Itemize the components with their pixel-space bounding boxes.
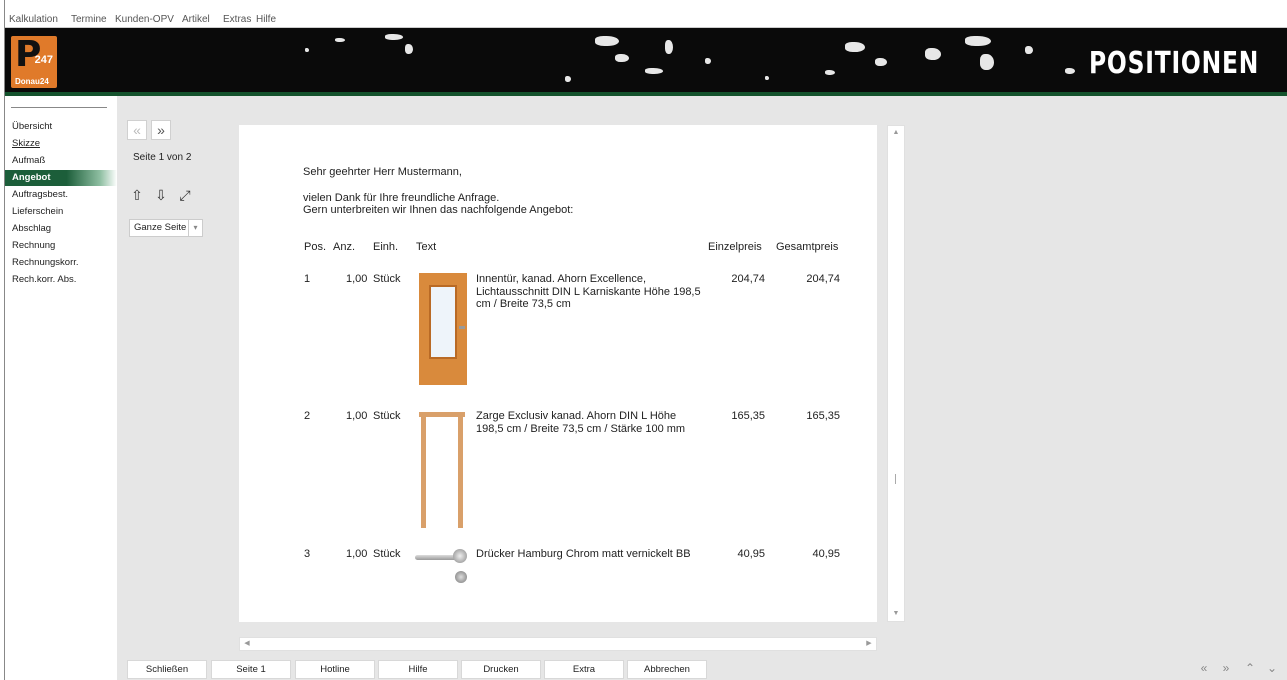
scroll-down-icon[interactable]: ▼ [888, 607, 904, 621]
col-header-pos: Pos. [304, 241, 327, 253]
zoom-select[interactable]: Ganze Seite ▾ [129, 219, 203, 237]
row-pos: 3 [304, 548, 311, 560]
menu-kalkulation[interactable]: Kalkulation [9, 14, 58, 25]
handle-image [415, 545, 469, 589]
page-title: POSITIONEN [1088, 46, 1259, 81]
banner-stripe [5, 92, 1287, 96]
prev-page-button[interactable]: « [127, 120, 147, 140]
row-text: Zarge Exclusiv kanad. Ahorn DIN L Höhe 1… [476, 410, 686, 435]
menu-bar: Kalkulation Termine Kunden-OPV Artikel E… [5, 0, 1287, 28]
scroll-up-icon[interactable]: ▲ [888, 126, 904, 140]
menu-termine[interactable]: Termine [71, 14, 107, 25]
sidebar-item-auftragsbest[interactable]: Auftragsbest. [5, 187, 117, 203]
row-einh: Stück [373, 410, 401, 422]
menu-extras[interactable]: Extras [223, 14, 251, 25]
scroll-thumb[interactable] [895, 474, 896, 484]
sidebar-item-angebot[interactable]: Angebot [5, 170, 117, 186]
doc-intro-line-2: Gern unterbreiten wir Ihnen das nachfolg… [303, 204, 574, 216]
menu-artikel[interactable]: Artikel [182, 14, 210, 25]
corner-bottom-icon[interactable]: ⌄ [1263, 659, 1281, 677]
help-button[interactable]: Hilfe [378, 660, 458, 679]
row-einzelpreis: 204,74 [731, 273, 765, 285]
sidebar-item-skizze[interactable]: Skizze [5, 136, 117, 152]
door-image [419, 273, 467, 385]
sidebar: Übersicht Skizze Aufmaß Angebot Auftrags… [5, 96, 117, 680]
arrow-up-icon[interactable]: ⇧ [128, 186, 146, 204]
row-pos: 1 [304, 273, 311, 285]
sidebar-item-aufmass[interactable]: Aufmaß [5, 153, 117, 169]
row-gesamtpreis: 165,35 [806, 410, 840, 422]
document-page: Sehr geehrter Herr Mustermann, vielen Da… [239, 125, 877, 622]
menu-hilfe[interactable]: Hilfe [256, 14, 276, 25]
row-anz: 1,00 [346, 548, 368, 560]
page-info: Seite 1 von 2 [133, 152, 192, 163]
row-einzelpreis: 165,35 [731, 410, 765, 422]
row-einzelpreis: 40,95 [737, 548, 765, 560]
sidebar-item-rechnung[interactable]: Rechnung [5, 238, 117, 254]
row-einh: Stück [373, 273, 401, 285]
close-button[interactable]: Schließen [127, 660, 207, 679]
row-text: Innentür, kanad. Ahorn Excellence, Licht… [476, 273, 701, 310]
horizontal-scrollbar[interactable]: ◀ ▶ [239, 637, 877, 651]
col-header-anz: Anz. [333, 241, 356, 253]
fit-page-icon[interactable]: ⤢ [176, 186, 194, 204]
page1-button[interactable]: Seite 1 [211, 660, 291, 679]
chevron-down-icon: ▾ [188, 220, 202, 236]
sidebar-item-rechnungskorr[interactable]: Rechnungskorr. [5, 255, 117, 271]
corner-prev-icon[interactable]: « [1195, 659, 1213, 677]
scroll-right-icon[interactable]: ▶ [862, 638, 876, 650]
company-logo: P 247 Donau24 [11, 34, 57, 88]
row-text: Drücker Hamburg Chrom matt vernickelt BB [476, 548, 691, 560]
corner-top-icon[interactable]: ⌃ [1241, 659, 1259, 677]
cancel-button[interactable]: Abbrechen [627, 660, 707, 679]
sidebar-item-abschlag[interactable]: Abschlag [5, 221, 117, 237]
row-gesamtpreis: 40,95 [812, 548, 840, 560]
row-anz: 1,00 [346, 410, 368, 422]
row-gesamtpreis: 204,74 [806, 273, 840, 285]
header-banner: P 247 Donau24 POSITIONEN [5, 28, 1287, 96]
zoom-value: Ganze Seite [134, 222, 187, 233]
sidebar-item-lieferschein[interactable]: Lieferschein [5, 204, 117, 220]
app-window: Kalkulation Termine Kunden-OPV Artikel E… [4, 0, 1287, 680]
print-button[interactable]: Drucken [461, 660, 541, 679]
sidebar-divider [11, 107, 107, 108]
doc-intro-line-1: vielen Dank für Ihre freundliche Anfrage… [303, 192, 500, 204]
col-header-gesamtpreis: Gesamtpreis [776, 241, 839, 253]
doc-salutation: Sehr geehrter Herr Mustermann, [303, 166, 462, 178]
sidebar-item-uebersicht[interactable]: Übersicht [5, 119, 117, 135]
corner-next-icon[interactable]: » [1217, 659, 1235, 677]
menu-kunden-opv[interactable]: Kunden-OPV [115, 14, 174, 25]
arrow-down-icon[interactable]: ⇩ [152, 186, 170, 204]
col-header-text: Text [416, 241, 437, 253]
row-pos: 2 [304, 410, 311, 422]
frame-image [419, 412, 465, 528]
scroll-left-icon[interactable]: ◀ [240, 638, 254, 650]
sidebar-item-rechkorr-abs[interactable]: Rech.korr. Abs. [5, 272, 117, 288]
row-einh: Stück [373, 548, 401, 560]
hotline-button[interactable]: Hotline [295, 660, 375, 679]
col-header-einzelpreis: Einzelpreis [708, 241, 762, 253]
extra-button[interactable]: Extra [544, 660, 624, 679]
row-anz: 1,00 [346, 273, 368, 285]
col-header-einh: Einh. [373, 241, 399, 253]
vertical-scrollbar[interactable]: ▲ ▼ [887, 125, 905, 622]
next-page-button[interactable]: » [151, 120, 171, 140]
